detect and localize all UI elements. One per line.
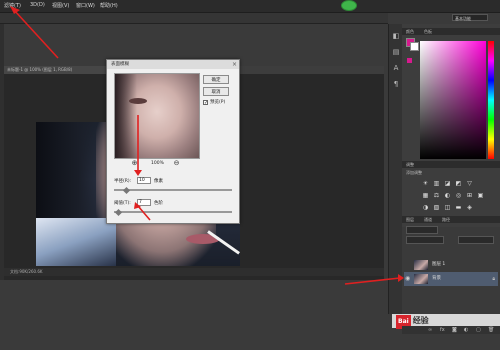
annotation-arrow-menu: [13, 9, 59, 59]
annotation-arrows: [10, 6, 404, 285]
arrowhead-radius: [134, 170, 142, 176]
annotation-arrow-threshold: [137, 205, 151, 221]
arrowhead-menu: [10, 6, 20, 14]
arrowhead-layer: [398, 274, 404, 282]
annotation-arrow-layer: [344, 277, 401, 285]
